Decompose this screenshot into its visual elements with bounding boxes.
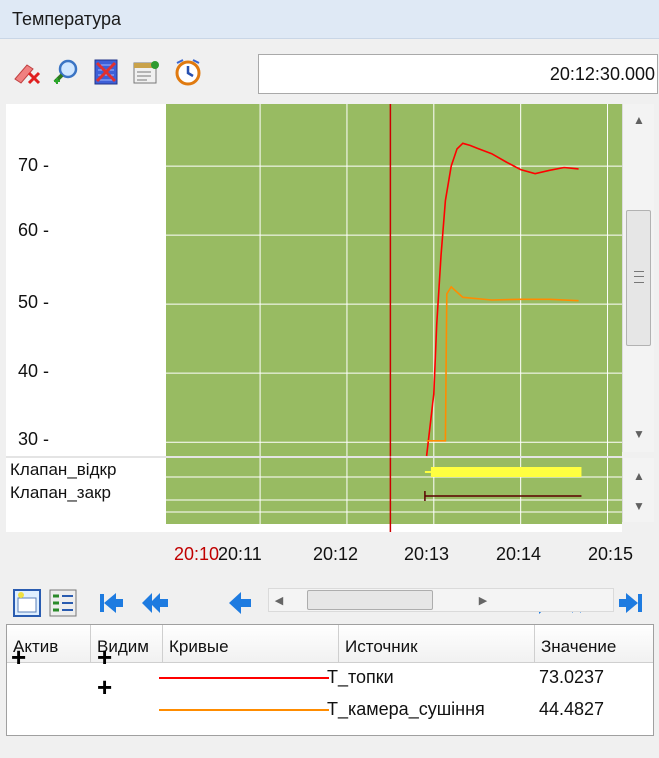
row-source: T_камера_сушіння: [327, 699, 485, 719]
curve-color-swatch: [159, 709, 329, 711]
x-tick-label: 20:14: [496, 544, 542, 564]
x-tick-label: 20:12: [313, 544, 359, 564]
curve-color-swatch: [159, 677, 329, 679]
scroll-right-icon[interactable]: ▶: [473, 589, 493, 611]
digital-label-klapan-vidkr: Клапан_відкр: [10, 460, 117, 479]
zoom-in-icon[interactable]: [50, 56, 82, 88]
y-tick-label: 70 -: [18, 155, 50, 175]
plot-background: [166, 104, 622, 456]
scroll-up-icon[interactable]: ▲: [623, 108, 655, 132]
legend-icon[interactable]: [48, 588, 78, 618]
row-active-mark[interactable]: +: [11, 644, 26, 670]
last-icon[interactable]: [616, 588, 646, 618]
column-header-curves[interactable]: Кривые: [163, 625, 339, 663]
column-header-value[interactable]: Значение: [535, 625, 653, 663]
y-tick-label: 50 -: [18, 292, 50, 312]
scroll-down-icon[interactable]: ▼: [623, 494, 655, 518]
window-titlebar: Температура: [0, 0, 659, 39]
digital-label-klapan-zakr: Клапан_закр: [10, 483, 111, 502]
trend-chart-area: 70 - 60 - 50 - 40 - 30 - Клапан_відкр Кл…: [6, 104, 622, 532]
fast-back-icon[interactable]: [140, 588, 170, 618]
row-visible-mark[interactable]: +: [97, 644, 112, 670]
scroll-left-icon[interactable]: ◀: [269, 589, 289, 611]
current-time-field[interactable]: 20:12:30.000: [258, 54, 658, 94]
scroll-down-icon[interactable]: ▼: [623, 422, 655, 446]
row-value: 44.4827: [539, 699, 605, 719]
digital-signal-klapan-vidkr: [430, 467, 582, 477]
y-tick-label: 60 -: [18, 220, 50, 240]
scroll-thumb[interactable]: [626, 210, 651, 346]
row-visible-mark[interactable]: +: [97, 674, 112, 700]
column-header-source[interactable]: Источник: [339, 625, 535, 663]
time-icon[interactable]: [172, 56, 204, 88]
first-icon[interactable]: [96, 588, 126, 618]
x-tick-label: 20:15: [588, 544, 634, 564]
scroll-thumb[interactable]: [307, 590, 433, 610]
x-tick-label: 20:13: [404, 544, 450, 564]
digital-vertical-scrollbar[interactable]: ▲ ▼: [622, 458, 654, 522]
clear-icon[interactable]: [90, 56, 122, 88]
x-tick-label: 20:11: [218, 544, 262, 564]
y-tick-label: 40 -: [18, 361, 50, 381]
row-value: 73.0237: [539, 667, 605, 687]
window-title: Температура: [12, 9, 122, 29]
chart-settings-icon[interactable]: [12, 588, 42, 618]
scroll-up-icon[interactable]: ▲: [623, 464, 655, 488]
properties-icon[interactable]: [130, 56, 162, 88]
y-tick-label: 30 -: [18, 429, 50, 449]
current-time-value: 20:12:30.000: [549, 64, 655, 84]
row-source: T_топки: [327, 667, 394, 687]
analog-vertical-scrollbar[interactable]: ▲ ▼: [622, 104, 654, 452]
x-tick-label: 20:10: [174, 544, 220, 564]
delete-icon[interactable]: [10, 56, 42, 88]
curves-table: Актив Видим Кривые Источник Значение + +…: [6, 624, 654, 736]
time-horizontal-scrollbar[interactable]: ◀ ▶: [268, 588, 614, 612]
back-icon[interactable]: [226, 588, 256, 618]
